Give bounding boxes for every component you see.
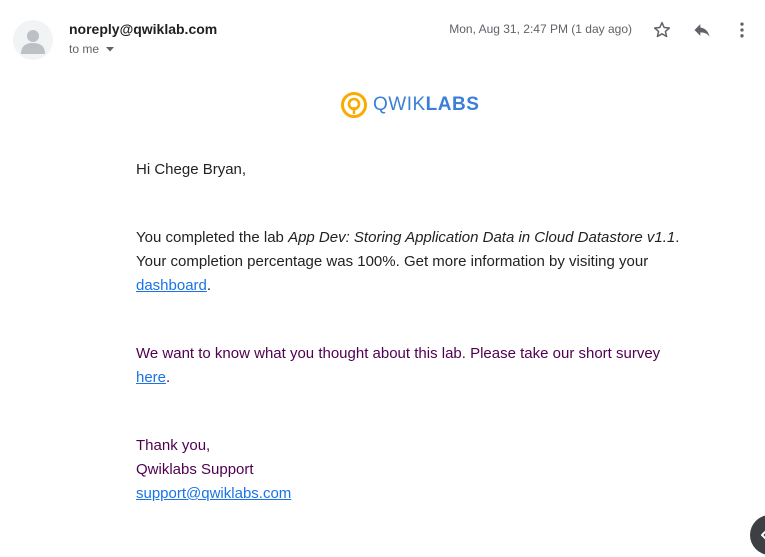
thanks-line: Thank you,	[136, 437, 211, 454]
email-message-view: noreply@qwiklab.com to me Mon, Aug 31, 2…	[0, 0, 765, 557]
recipient-label: to me	[69, 42, 100, 56]
survey-text: We want to know what you thought about t…	[136, 345, 661, 362]
survey-period: .	[166, 369, 171, 386]
email-body: Hi Chege Bryan, You completed the lab Ap…	[136, 158, 691, 506]
more-vertical-icon	[740, 22, 744, 38]
reply-icon	[694, 24, 710, 37]
sender-email: noreply@qwiklab.com	[69, 21, 218, 37]
completion-paragraph: You completed the lab App Dev: Storing A…	[136, 226, 691, 298]
caret-down-icon	[105, 44, 115, 54]
completion-period: .	[206, 277, 212, 294]
lab-name: App Dev: Storing Application Data in Clo…	[288, 229, 676, 246]
person-icon	[21, 30, 45, 54]
qwiklabs-logo-icon	[341, 92, 367, 118]
logo-word-bold: LABS	[425, 94, 480, 115]
support-email-link[interactable]: support@qwiklabs.com	[136, 485, 291, 502]
more-options-button[interactable]	[727, 15, 757, 45]
star-button[interactable]	[647, 15, 677, 45]
sender-avatar[interactable]	[13, 20, 53, 60]
greeting: Hi Chege Bryan,	[136, 161, 247, 178]
star-outline-icon	[653, 21, 671, 38]
chevron-left-icon	[761, 530, 765, 540]
survey-link[interactable]: here	[136, 369, 166, 386]
side-panel-toggle-button[interactable]	[750, 515, 765, 555]
completion-prefix: You completed the lab	[136, 229, 289, 246]
message-date: Mon, Aug 31, 2:47 PM (1 day ago)	[449, 22, 632, 36]
reply-button[interactable]	[687, 15, 717, 45]
qwiklabs-logo: QWIKLABS	[340, 91, 479, 119]
logo-word-light: QWIK	[373, 94, 426, 115]
dashboard-link[interactable]: dashboard	[136, 277, 207, 294]
recipient-details-toggle[interactable]: to me	[69, 42, 115, 56]
survey-paragraph: We want to know what you thought about t…	[136, 342, 691, 390]
signature-line: Qwiklabs Support	[136, 461, 254, 478]
logo-wordmark: QWIKLABS	[373, 94, 479, 116]
